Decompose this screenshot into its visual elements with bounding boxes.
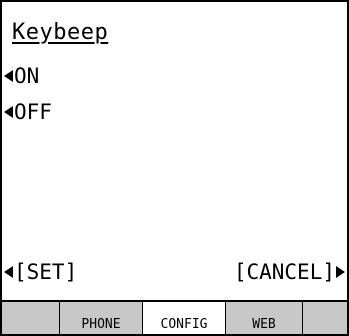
set-softkey[interactable]: [SET] [4,260,77,284]
triangle-left-icon [4,106,13,118]
tab-config[interactable]: CONFIG [143,302,226,334]
tab-web[interactable]: WEB [226,302,303,334]
tab-phone[interactable]: PHONE [60,302,143,334]
triangle-left-icon [4,70,13,82]
tab-blank-left[interactable] [2,302,60,334]
set-softkey-label: [SET] [14,260,78,284]
phone-screen: Keybeep ON OFF [SET] [CANCEL] PHONE CONF… [0,0,349,336]
cancel-softkey-label: [CANCEL] [233,260,335,284]
tab-web-label: WEB [252,317,276,332]
tab-config-label: CONFIG [160,317,208,332]
tab-blank-right[interactable] [303,302,347,334]
cancel-softkey[interactable]: [CANCEL] [234,260,345,284]
triangle-right-icon [336,266,345,278]
option-on[interactable]: ON [4,64,39,88]
tab-phone-label: PHONE [81,317,121,332]
page-title: Keybeep [12,20,109,45]
triangle-left-icon [4,266,13,278]
option-off[interactable]: OFF [4,100,52,124]
option-on-label: ON [14,64,40,88]
tab-bar: PHONE CONFIG WEB [2,300,347,334]
option-off-label: OFF [14,100,52,124]
